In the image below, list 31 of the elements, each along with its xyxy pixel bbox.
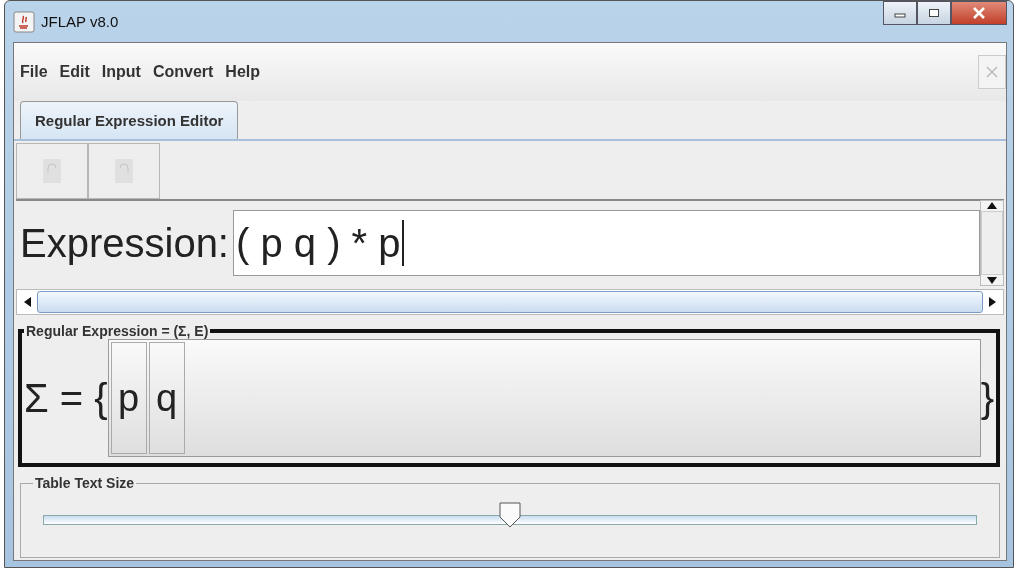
- scroll-right-icon[interactable]: [989, 297, 997, 307]
- scroll-down-icon[interactable]: [987, 277, 997, 285]
- alphabet-suffix: }: [980, 375, 994, 421]
- close-button[interactable]: [951, 1, 1007, 25]
- close-icon: [972, 7, 986, 19]
- redo-icon: [115, 159, 133, 183]
- menu-item[interactable]: File: [20, 63, 48, 81]
- expression-label: Expression:: [19, 220, 230, 266]
- close-icon: [985, 65, 999, 79]
- menu-item[interactable]: Help: [225, 63, 260, 81]
- alphabet-prefix: Σ = {: [24, 375, 108, 421]
- undo-icon: [43, 159, 61, 183]
- window-title: JFLAP v8.0: [41, 13, 119, 30]
- menu-item[interactable]: Edit: [59, 63, 90, 81]
- scroll-left-icon[interactable]: [23, 297, 31, 307]
- maximize-button[interactable]: [917, 1, 951, 25]
- menu-item[interactable]: Convert: [152, 63, 214, 81]
- panel-title: Regular Expression = (Σ, E): [25, 323, 210, 339]
- symbol-cell[interactable]: p: [110, 342, 147, 454]
- maximize-icon: [928, 8, 940, 18]
- menu-item[interactable]: Input: [101, 63, 141, 81]
- symbol-cell[interactable]: q: [148, 342, 185, 454]
- tab[interactable]: Regular Expression Editor: [20, 101, 239, 139]
- slider-thumb[interactable]: [499, 502, 521, 528]
- horizontal-scrollbar[interactable]: [16, 289, 1004, 315]
- scroll-up-icon[interactable]: [987, 201, 997, 209]
- minimize-button[interactable]: [883, 1, 917, 25]
- group-title: Table Text Size: [34, 475, 136, 491]
- java-icon: [13, 10, 35, 33]
- expression-field[interactable]: ( p q ) * p: [233, 210, 980, 276]
- vertical-scrollbar[interactable]: [980, 200, 1004, 286]
